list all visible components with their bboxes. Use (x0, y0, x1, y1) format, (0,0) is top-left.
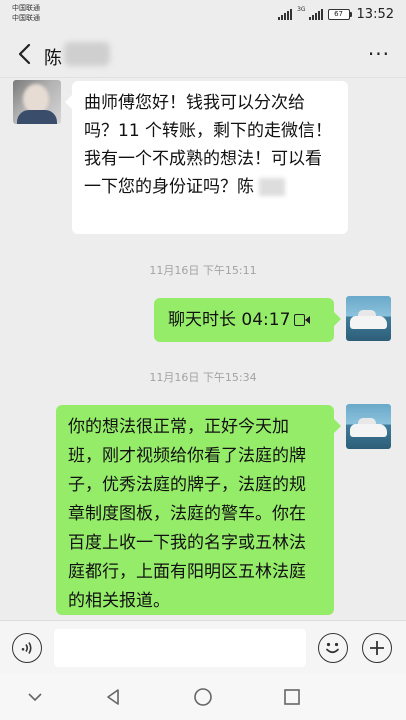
name-blur-mask (259, 178, 286, 196)
call-duration-text: 聊天时长 04:17 (168, 310, 291, 330)
carrier-label-2: 中国联通 (12, 14, 40, 22)
video-call-icon (294, 314, 311, 326)
nav-back-icon[interactable] (102, 686, 124, 708)
status-indicators: 3G 67 13:52 (278, 6, 394, 22)
nav-home-icon[interactable] (192, 686, 214, 708)
chat-header: 陈 ··· (0, 30, 406, 78)
message-text: 曲师傅您好！钱我可以分次给吗？11 个转账，剩下的走微信！我有一个不成熟的想法！… (84, 93, 333, 197)
input-bar (0, 620, 406, 674)
call-record-bubble[interactable]: 聊天时长 04:17 (154, 298, 341, 342)
signal-icon-2 (308, 8, 323, 20)
back-arrow-icon[interactable] (12, 40, 40, 68)
status-bar: 中国联通 中国联通 3G 67 13:52 (0, 0, 406, 30)
my-avatar[interactable] (346, 404, 391, 449)
system-nav-bar (0, 674, 406, 720)
carrier-label-1: 中国联通 (12, 4, 40, 12)
voice-icon[interactable] (12, 633, 42, 663)
plus-icon[interactable] (362, 633, 392, 663)
message-text: 你的想法很正常，正好今天加班，刚才视频给你看了法庭的牌子，优秀法庭的牌子，法庭的… (68, 417, 306, 611)
message-bubble-received[interactable]: 曲师傅您好！钱我可以分次给吗？11 个转账，剩下的走微信！我有一个不成熟的想法！… (65, 81, 348, 234)
my-avatar[interactable] (346, 296, 391, 341)
contact-avatar[interactable] (13, 80, 61, 124)
message-bubble-sent[interactable]: 你的想法很正常，正好今天加班，刚才视频给你看了法庭的牌子，优秀法庭的牌子，法庭的… (56, 405, 341, 615)
emoji-icon[interactable] (318, 633, 348, 663)
message-timestamp: 11月16日 下午15:11 (149, 264, 257, 277)
title-blur-mask (64, 42, 110, 66)
signal-icon (278, 8, 293, 20)
network-type-label: 3G (297, 6, 306, 13)
message-input[interactable] (54, 629, 306, 667)
battery-icon: 67 (327, 8, 352, 20)
more-options-button[interactable]: ··· (368, 42, 390, 66)
status-time: 13:52 (356, 6, 394, 22)
chat-title: 陈 (44, 48, 62, 69)
nav-recents-icon[interactable] (281, 686, 303, 708)
battery-level: 67 (327, 8, 350, 20)
message-timestamp: 11月16日 下午15:34 (149, 371, 257, 384)
hide-keyboard-icon[interactable] (24, 686, 46, 708)
